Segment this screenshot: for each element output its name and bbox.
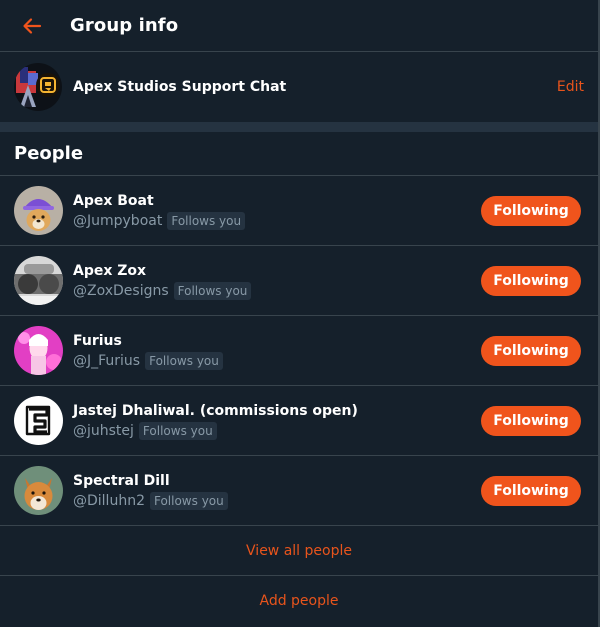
- header: Group info: [0, 0, 598, 52]
- edit-group-button[interactable]: Edit: [557, 79, 584, 95]
- person-handle: @juhstej: [73, 422, 134, 439]
- person-name: Apex Boat: [73, 192, 154, 209]
- follows-you-badge: Follows you: [149, 491, 228, 510]
- person-handle: @Jumpyboat: [73, 212, 163, 229]
- person-name: Apex Zox: [73, 262, 147, 279]
- following-button[interactable]: Following: [481, 195, 581, 226]
- avatar: [14, 396, 63, 445]
- person-info: Furius @J_Furius Follows you: [73, 332, 481, 370]
- person-name: Spectral Dill: [73, 472, 170, 489]
- avatar: [14, 326, 63, 375]
- follows-you-badge: Follows you: [167, 211, 246, 230]
- following-button[interactable]: Following: [481, 475, 581, 506]
- person-info: Apex Boat @Jumpyboat Follows you: [73, 192, 481, 230]
- people-section-title: People: [0, 132, 598, 176]
- following-button[interactable]: Following: [481, 405, 581, 436]
- person-name: Furius: [73, 332, 122, 349]
- following-button[interactable]: Following: [481, 265, 581, 296]
- person-meta: @juhstej Follows you: [73, 421, 481, 440]
- person-meta: @Jumpyboat Follows you: [73, 211, 481, 230]
- person-handle: @ZoxDesigns: [73, 282, 169, 299]
- group-name: Apex Studios Support Chat: [73, 79, 287, 95]
- person-row[interactable]: Jastej Dhaliwal. (commissions open) @juh…: [0, 386, 598, 456]
- page-title: Group info: [70, 15, 179, 36]
- person-handle: @Dilluhn2: [73, 492, 145, 509]
- view-all-people-link[interactable]: View all people: [0, 526, 598, 576]
- group-avatar-image: [14, 63, 62, 111]
- follows-you-badge: Follows you: [145, 351, 223, 370]
- person-info: Spectral Dill @Dilluhn2 Follows you: [73, 472, 481, 510]
- back-button[interactable]: [12, 6, 52, 46]
- group-info-panel: Group info Apex Studios Support Chat Edi…: [0, 0, 600, 627]
- avatar: [14, 466, 63, 515]
- arrow-left-icon: [23, 17, 42, 34]
- follows-you-badge: Follows you: [138, 421, 217, 440]
- person-meta: @J_Furius Follows you: [73, 351, 481, 370]
- person-name: Jastej Dhaliwal. (commissions open): [73, 402, 358, 419]
- following-button[interactable]: Following: [481, 335, 581, 366]
- person-meta: @ZoxDesigns Follows you: [73, 281, 481, 300]
- person-handle: @J_Furius: [73, 352, 141, 369]
- person-row[interactable]: Apex Boat @Jumpyboat Follows you Followi…: [0, 176, 598, 246]
- group-summary: Apex Studios Support Chat Edit: [0, 52, 598, 122]
- person-info: Jastej Dhaliwal. (commissions open) @juh…: [73, 402, 481, 440]
- follows-you-badge: Follows you: [173, 281, 252, 300]
- group-avatar[interactable]: [14, 63, 62, 111]
- avatar: [14, 256, 63, 305]
- person-row[interactable]: Furius @J_Furius Follows you Following: [0, 316, 598, 386]
- person-row[interactable]: Apex Zox @ZoxDesigns Follows you Followi…: [0, 246, 598, 316]
- add-people-link[interactable]: Add people: [0, 576, 598, 626]
- person-info: Apex Zox @ZoxDesigns Follows you: [73, 262, 481, 300]
- avatar: [14, 186, 63, 235]
- person-row[interactable]: Spectral Dill @Dilluhn2 Follows you Foll…: [0, 456, 598, 526]
- person-meta: @Dilluhn2 Follows you: [73, 491, 481, 510]
- section-divider: [0, 122, 598, 132]
